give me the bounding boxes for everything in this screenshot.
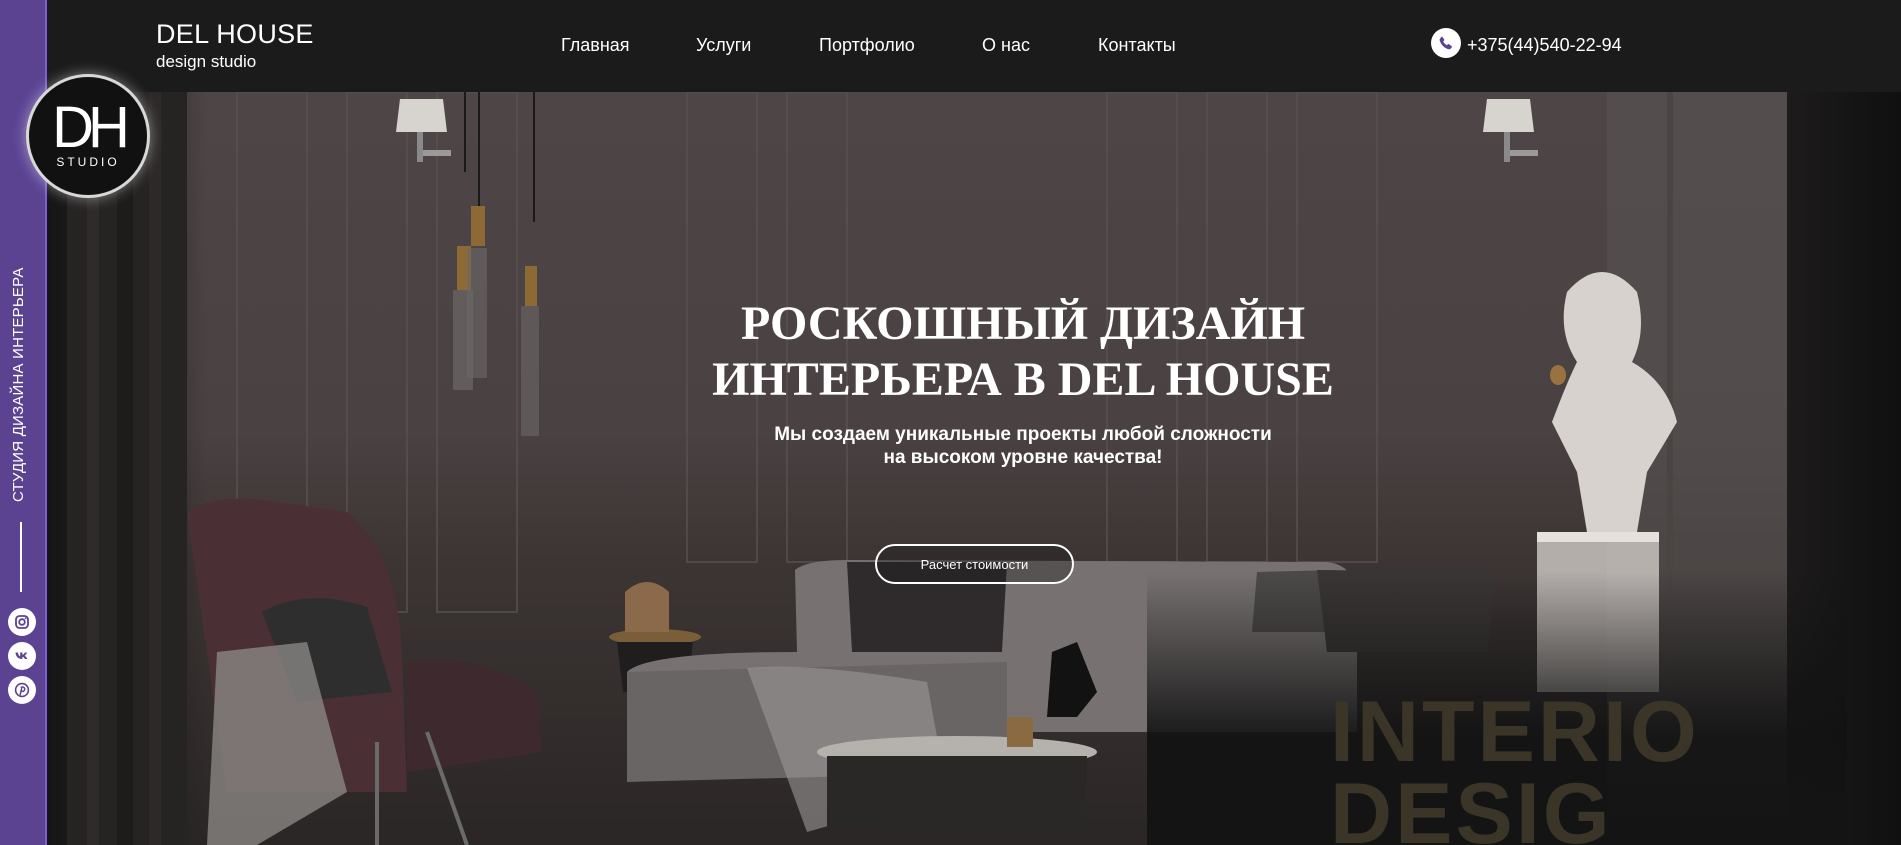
nav-item-about[interactable]: О нас xyxy=(982,35,1030,56)
wall-sconce-right xyxy=(1483,99,1538,162)
background-word-line2: DESIG xyxy=(1330,765,1613,845)
hero-section: INTERIO DESIG РОСКОШНЫЙ ДИЗАЙН ИНТЕРЬЕРА… xyxy=(47,92,1901,845)
nav-item-portfolio[interactable]: Портфолио xyxy=(819,35,915,56)
logo[interactable]: DH STUDIO xyxy=(26,74,150,198)
hero-subtitle-line1: Мы создаем уникальные проекты любой слож… xyxy=(774,424,1272,445)
logo-sub: STUDIO xyxy=(56,155,120,169)
calculate-price-button[interactable]: Расчет стоимости xyxy=(875,544,1074,584)
instagram-icon[interactable] xyxy=(8,608,36,636)
phone-number[interactable]: +375(44)540-22-94 xyxy=(1467,35,1622,56)
phone-icon[interactable] xyxy=(1431,28,1461,58)
hero-title-line2: ИНТЕРЬЕРА В DEL HOUSE xyxy=(712,353,1334,406)
brand-subtitle: design studio xyxy=(156,52,257,71)
nav-item-contacts[interactable]: Контакты xyxy=(1098,35,1176,56)
background-word-line1: INTERIO xyxy=(1330,684,1700,780)
hero-subtitle: Мы создаем уникальные проекты любой слож… xyxy=(47,423,1901,469)
logo-letters: DH xyxy=(52,95,130,160)
background-word: INTERIO DESIG xyxy=(1330,684,1700,845)
sidebar-tagline: СТУДИЯ ДИЗАЙНА ИНТЕРЬЕРА xyxy=(10,267,27,502)
nav-item-services[interactable]: Услуги xyxy=(696,35,751,56)
hero-title: РОСКОШНЫЙ ДИЗАЙН ИНТЕРЬЕРА В DEL HOUSE xyxy=(47,296,1901,408)
sidebar-divider xyxy=(20,522,22,592)
pinterest-icon[interactable] xyxy=(8,676,36,704)
nav-item-home[interactable]: Главная xyxy=(561,35,630,56)
wall-sconce-left xyxy=(396,99,451,162)
vk-icon[interactable] xyxy=(8,642,36,670)
brand-title[interactable]: DEL HOUSE xyxy=(156,19,314,50)
hero-title-line1: РОСКОШНЫЙ ДИЗАЙН xyxy=(740,297,1306,350)
site-header: DEL HOUSE design studio Главная Услуги П… xyxy=(47,0,1901,92)
hero-subtitle-line2: на высоком уровне качества! xyxy=(883,447,1163,468)
